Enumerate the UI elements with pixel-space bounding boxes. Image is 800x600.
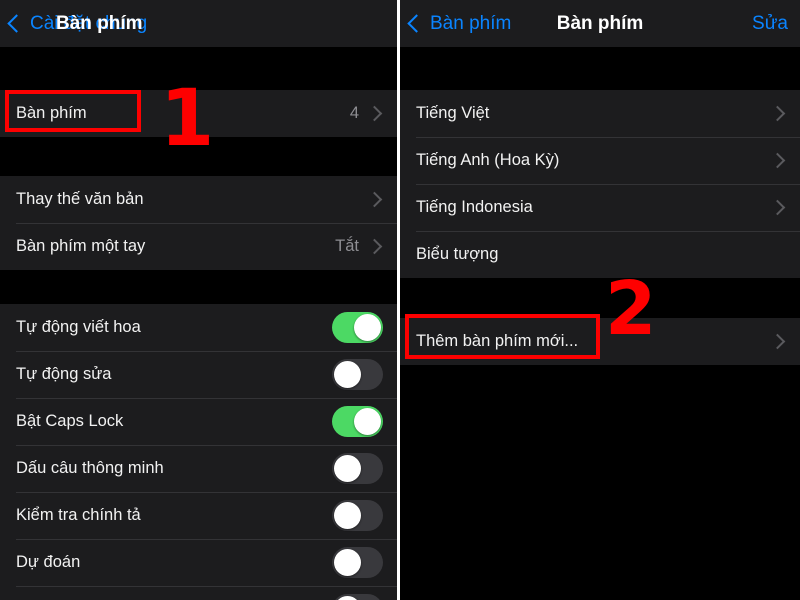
row-ban-phim-label: Bàn phím (16, 104, 87, 122)
row-du-doan-label: Dự đoán (16, 553, 81, 571)
panel-divider (397, 0, 400, 600)
row-tieng-indonesia[interactable]: Tiếng Indonesia (400, 184, 800, 231)
row-kiem-tra-chinh-ta[interactable]: Kiểm tra chính tả (0, 492, 397, 539)
toggle-knob (334, 455, 361, 482)
right-phone-panel: Bàn phím Bàn phím Sửa Tiếng Việt Tiếng A… (400, 0, 800, 600)
row-bieu-tuong-label: Biểu tượng (416, 245, 499, 263)
right-back-label: Bàn phím (430, 12, 512, 34)
right-gap-top (400, 47, 800, 90)
toggle-knob (334, 361, 361, 388)
right-gap-1 (400, 278, 800, 318)
toggle-du-doan[interactable] (332, 547, 383, 578)
toggle-dau-cau-thong-minh[interactable] (332, 453, 383, 484)
row-partial-cutoff[interactable] (0, 586, 397, 600)
row-dau-cau-thong-minh-label: Dấu câu thông minh (16, 459, 164, 477)
screenshot-root: Cài đặt chung Bàn phím Bàn phím 4 Thay t… (0, 0, 800, 600)
row-kiem-tra-chinh-ta-label: Kiểm tra chính tả (16, 506, 141, 524)
left-gap-2 (0, 270, 397, 304)
row-tu-dong-sua-label: Tự động sửa (16, 365, 112, 383)
row-ban-phim[interactable]: Bàn phím 4 (0, 90, 397, 137)
chevron-right-icon (769, 199, 786, 216)
row-tieng-viet[interactable]: Tiếng Việt (400, 90, 800, 137)
row-tieng-indonesia-label: Tiếng Indonesia (416, 198, 533, 216)
toggle-partial-cutoff[interactable] (332, 594, 383, 600)
row-tieng-viet-label: Tiếng Việt (416, 104, 490, 122)
edit-button[interactable]: Sửa (752, 13, 800, 35)
left-gap-top (0, 47, 397, 90)
chevron-left-icon (407, 14, 426, 33)
left-gap-1 (0, 137, 397, 176)
row-tieng-anh[interactable]: Tiếng Anh (Hoa Kỳ) (400, 137, 800, 184)
chevron-right-icon (366, 238, 383, 255)
row-them-ban-phim-moi-label: Thêm bàn phím mới... (416, 332, 579, 350)
chevron-right-icon (366, 191, 383, 208)
row-ban-phim-mot-tay[interactable]: Bàn phím một tay Tắt (0, 223, 397, 270)
right-section-keyboard-list: Tiếng Việt Tiếng Anh (Hoa Kỳ) Tiếng Indo… (400, 90, 800, 278)
row-tu-dong-sua[interactable]: Tự động sửa (0, 351, 397, 398)
row-bat-caps-lock[interactable]: Bật Caps Lock (0, 398, 397, 445)
right-navbar: Bàn phím Bàn phím Sửa (400, 0, 800, 47)
toggle-kiem-tra-chinh-ta[interactable] (332, 500, 383, 531)
row-tieng-anh-label: Tiếng Anh (Hoa Kỳ) (416, 151, 560, 169)
left-section-toggles: Tự động viết hoa Tự động sửa Bật Caps Lo… (0, 304, 397, 600)
row-ban-phim-mot-tay-value: Tắt (335, 237, 359, 255)
row-du-doan[interactable]: Dự đoán (0, 539, 397, 586)
left-phone-panel: Cài đặt chung Bàn phím Bàn phím 4 Thay t… (0, 0, 397, 600)
row-tu-dong-viet-hoa[interactable]: Tự động viết hoa (0, 304, 397, 351)
chevron-right-icon (769, 105, 786, 122)
right-back-button[interactable]: Bàn phím (400, 13, 511, 35)
chevron-right-icon (366, 105, 383, 122)
row-dau-cau-thong-minh[interactable]: Dấu câu thông minh (0, 445, 397, 492)
left-navbar: Cài đặt chung Bàn phím (0, 0, 397, 47)
row-them-ban-phim-moi[interactable]: Thêm bàn phím mới... (400, 318, 800, 365)
left-back-button[interactable]: Cài đặt chung (0, 13, 147, 35)
toggle-knob (354, 314, 381, 341)
row-thay-the-van-ban[interactable]: Thay thế văn bản (0, 176, 397, 223)
row-ban-phim-mot-tay-label: Bàn phím một tay (16, 237, 146, 255)
chevron-right-icon (769, 333, 786, 350)
toggle-bat-caps-lock[interactable] (332, 406, 383, 437)
right-section-add-keyboard: Thêm bàn phím mới... (400, 318, 800, 365)
left-back-label: Cài đặt chung (30, 12, 148, 34)
toggle-knob (334, 549, 361, 576)
chevron-left-icon (7, 14, 26, 33)
toggle-knob (334, 502, 361, 529)
left-section-keyboards: Bàn phím 4 (0, 90, 397, 137)
chevron-right-icon (769, 152, 786, 169)
row-thay-the-van-ban-label: Thay thế văn bản (16, 190, 144, 208)
toggle-knob (354, 408, 381, 435)
row-bat-caps-lock-label: Bật Caps Lock (16, 412, 124, 430)
row-bieu-tuong[interactable]: Biểu tượng (400, 231, 800, 278)
toggle-tu-dong-viet-hoa[interactable] (332, 312, 383, 343)
row-tu-dong-viet-hoa-label: Tự động viết hoa (16, 318, 141, 336)
toggle-tu-dong-sua[interactable] (332, 359, 383, 390)
row-ban-phim-value: 4 (349, 104, 359, 122)
toggle-knob (334, 596, 361, 600)
left-section-text: Thay thế văn bản Bàn phím một tay Tắt (0, 176, 397, 270)
